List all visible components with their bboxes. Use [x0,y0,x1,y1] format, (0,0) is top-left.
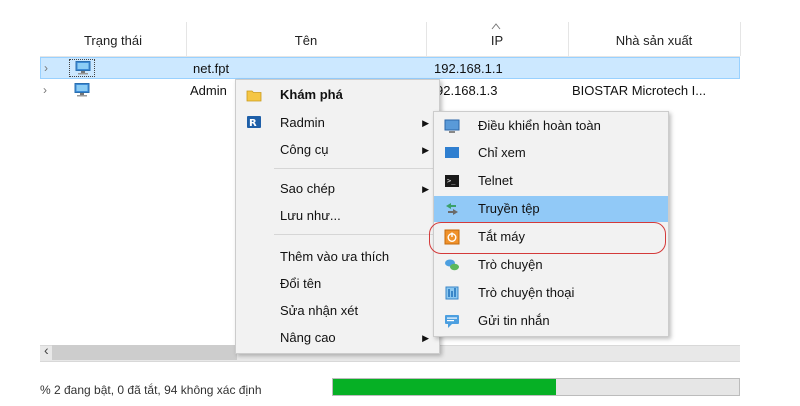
computer-icon [75,61,91,75]
chat-icon [445,259,459,271]
svg-text:R: R [249,118,257,129]
submenu-arrow-icon: ▶ [422,184,429,194]
status-text: % 2 đang bật, 0 đã tắt, 94 không xác địn… [40,383,262,397]
menu-item-label: Nâng cao [280,330,336,345]
expand-icon[interactable]: › [43,83,47,97]
table-row[interactable]: › net.fpt 192.168.1.1 [40,57,740,79]
menu-item-save-as[interactable]: Lưu như... [236,203,439,229]
submenu-item-full-control[interactable]: Điều khiển hoàn toàn [434,113,668,139]
submenu-item-file-transfer[interactable]: Truyền tệp [434,196,668,222]
column-vendor[interactable]: Nhà sản xuất [568,22,741,56]
menu-item-copy[interactable]: Sao chép ▶ [236,176,439,202]
menu-item-advanced[interactable]: Nâng cao ▶ [236,325,439,351]
submenu-arrow-icon: ▶ [422,333,429,343]
menu-item-label: Đổi tên [280,276,322,291]
menu-item-radmin[interactable]: R Radmin ▶ [236,110,439,136]
menu-item-label: Công cụ [280,142,329,157]
voice-chat-icon [445,286,459,300]
row-ip: 92.168.1.3 [436,83,498,98]
scan-progress [332,378,740,396]
submenu-item-telnet[interactable]: >_ Telnet [434,168,668,194]
menu-item-label: Sao chép [280,181,335,196]
menu-item-add-favorite[interactable]: Thêm vào ưa thích [236,244,439,270]
screen-icon [445,147,459,158]
folder-icon [246,90,262,102]
menu-item-edit-comment[interactable]: Sửa nhận xét [236,298,439,324]
menu-separator [274,234,433,235]
submenu-item-view-only[interactable]: Chỉ xem [434,140,668,166]
column-header: Trạng thái Tên IP Nhà sản xuất [40,22,741,57]
terminal-icon: >_ [445,175,459,187]
computer-icon [74,83,90,97]
sort-up-icon [491,23,501,30]
progress-fill [333,379,557,395]
menu-item-tools[interactable]: Công cụ ▶ [236,137,439,163]
submenu-item-label: Trò chuyện thoại [478,285,575,300]
menu-item-rename[interactable]: Đổi tên [236,271,439,297]
expand-icon[interactable]: › [44,61,48,75]
submenu-arrow-icon: ▶ [422,145,429,155]
submenu-item-label: Điều khiển hoàn toàn [478,118,601,133]
submenu-item-send-message[interactable]: Gửi tin nhắn [434,308,668,334]
row-name: Admin [190,83,227,98]
column-status[interactable]: Trạng thái [40,22,187,56]
submenu-item-label: Gửi tin nhắn [478,313,550,328]
menu-item-label: Thêm vào ưa thích [280,249,390,264]
menu-item-label: Khám phá [280,87,343,102]
row-vendor: BIOSTAR Microtech I... [572,83,707,98]
highlight-callout [429,222,666,254]
menu-item-label: Radmin [280,115,325,130]
submenu-item-label: Chỉ xem [478,145,526,160]
submenu-item-label: Trò chuyện [478,257,543,272]
scroll-left-icon[interactable]: ‹ [44,342,49,358]
column-name[interactable]: Tên [186,22,427,56]
scrollbar-thumb[interactable] [52,345,237,360]
submenu-item-chat[interactable]: Trò chuyện [434,252,668,278]
column-vendor-label: Nhà sản xuất [615,33,693,48]
file-transfer-icon [446,203,458,215]
message-icon [445,315,459,328]
row-name: net.fpt [193,61,230,76]
monitor-icon [444,119,460,133]
submenu-item-label: Truyền tệp [478,201,540,216]
menu-separator [274,168,433,169]
submenu-item-label: Telnet [478,173,513,188]
svg-text:>_: >_ [447,177,456,185]
column-status-label: Trạng thái [83,33,143,48]
menu-item-explore[interactable]: Khám phá [236,82,439,108]
menu-item-label: Lưu như... [280,208,341,223]
submenu-arrow-icon: ▶ [422,118,429,128]
column-name-label: Tên [294,33,318,48]
radmin-icon: R [247,116,261,129]
submenu-item-voice-chat[interactable]: Trò chuyện thoại [434,280,668,306]
menu-item-label: Sửa nhận xét [280,303,359,318]
column-ip-label: IP [490,33,504,48]
row-ip: 192.168.1.1 [434,61,503,76]
context-menu: Khám phá R Radmin ▶ Công cụ ▶ Sao chép ▶… [235,79,440,354]
